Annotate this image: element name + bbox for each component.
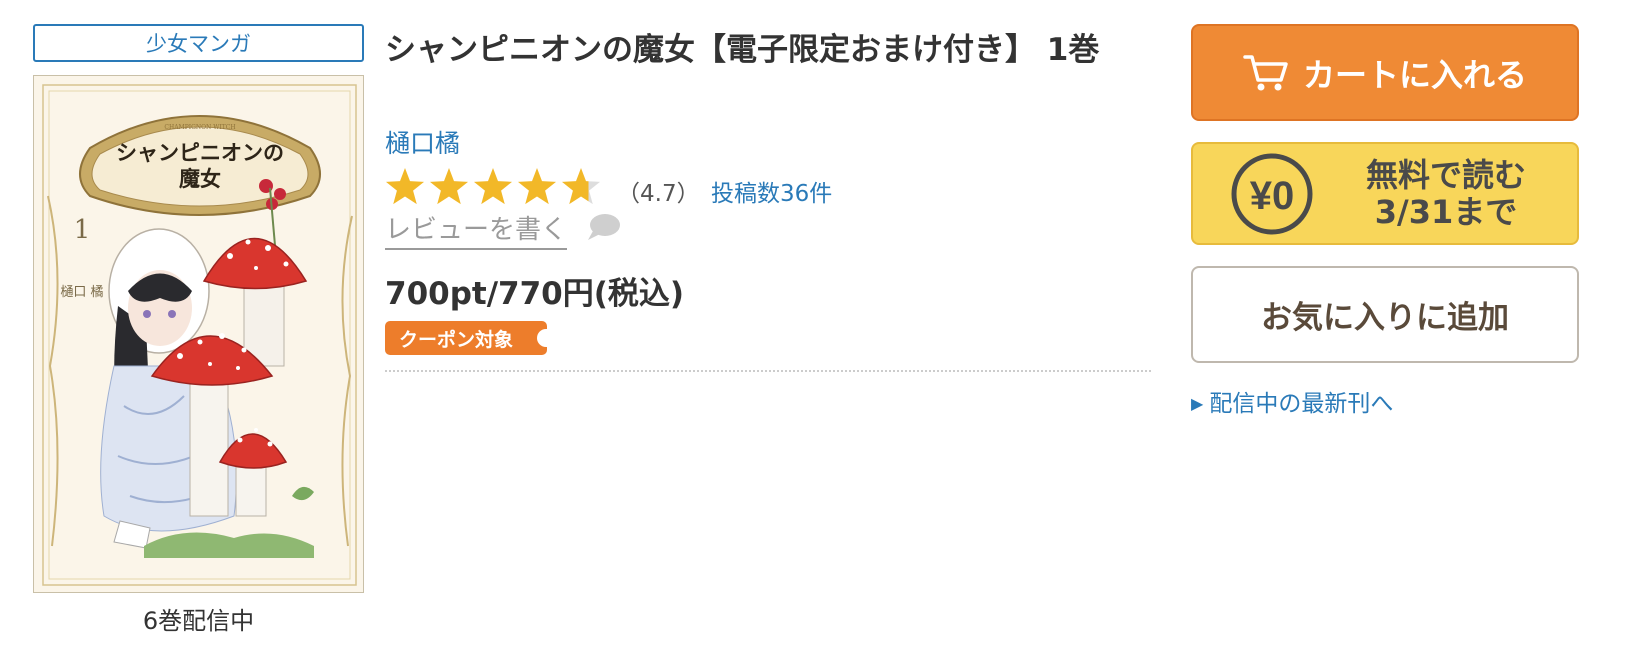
book-cover-image[interactable]: CHAMPIGNON WITCH シャンピニオンの 魔女 1 樋口 橘 (33, 75, 364, 593)
triangle-right-icon: ▶ (1191, 394, 1204, 413)
author-link[interactable]: 樋口橘 (385, 124, 460, 160)
write-review-link[interactable]: レビューを書く (385, 213, 568, 250)
read-free-deadline: 3/31まで (1374, 192, 1518, 231)
read-free-label: 無料で読む (1365, 155, 1526, 194)
cover-author: 樋口 橘 (60, 284, 103, 300)
rating-star (517, 168, 557, 205)
cover-title-line2: 魔女 (179, 166, 221, 191)
latest-volume-link[interactable]: ▶ 配信中の最新刊へ (1191, 384, 1393, 418)
coupon-notch (537, 329, 547, 347)
genre-badge[interactable]: 少女マンガ (33, 24, 364, 62)
rating-stars (385, 167, 607, 209)
rating-score: （4.7） (617, 181, 700, 207)
read-free-button[interactable]: ¥0 無料で読む 3/31まで (1191, 142, 1579, 245)
product-title: シャンピニオンの魔女【電子限定おまけ付き】 1巻 (385, 32, 1100, 68)
volume-availability: 6巻配信中 (142, 607, 255, 635)
cover-volume-number: 1 (74, 215, 91, 245)
add-to-cart-label: カートに入れる (1302, 55, 1527, 94)
add-to-favorites-label: お気に入りに追加 (1261, 300, 1509, 336)
dotted-divider (385, 370, 1151, 372)
speech-bubble-icon (588, 214, 620, 240)
rating-star (429, 168, 469, 205)
rating-star (473, 168, 513, 205)
read-free-text: 無料で読む 3/31まで (1315, 155, 1577, 231)
add-to-favorites-button[interactable]: お気に入りに追加 (1191, 266, 1579, 363)
yen-zero-text: ¥0 (1250, 174, 1295, 218)
latest-volume-label: 配信中の最新刊へ (1209, 391, 1394, 417)
review-count-link[interactable]: 投稿数36件 (711, 174, 832, 208)
price: 700pt/770円(税込) (385, 276, 685, 312)
rating-star (561, 168, 601, 205)
add-to-cart-button[interactable]: カートに入れる (1191, 24, 1579, 121)
coupon-badge-label: クーポン対象 (399, 328, 514, 351)
cover-subtitle: CHAMPIGNON WITCH (164, 124, 235, 131)
rating-star (385, 168, 425, 205)
yen-zero-icon: ¥0 (1231, 153, 1313, 234)
cover-illustration: CHAMPIGNON WITCH シャンピニオンの 魔女 1 樋口 橘 (34, 76, 363, 592)
cart-icon (1243, 54, 1288, 90)
cover-title-line1: シャンピニオンの (116, 140, 284, 165)
coupon-badge: クーポン対象 (385, 321, 547, 355)
